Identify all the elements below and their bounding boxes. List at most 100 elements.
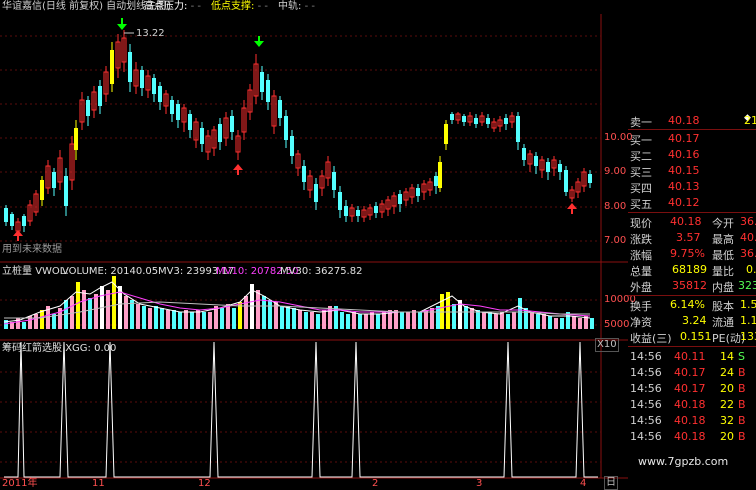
stat-label-open: 今开 [712, 217, 734, 230]
tick-volume: 20 [720, 382, 734, 395]
volume-unit-badge: X10 [595, 338, 619, 352]
stat-row-change: 涨跌 3.57 最高 40.2 [628, 230, 756, 246]
buy5-row[interactable]: 买五 40.12 [628, 195, 756, 211]
buy-arrow-icon-1 [13, 230, 23, 241]
tick-side: B [738, 398, 746, 411]
stat-value-eps: 0.151 [680, 330, 712, 343]
stat-value-float: 1.11 [740, 314, 756, 327]
peak-price-label: 13.22 [136, 28, 165, 39]
quote-panel: 卖一 40.18 21 买一 40.17 买二 40.16 买三 40.15 买… [628, 113, 756, 487]
tick-price: 40.17 [674, 382, 706, 395]
tick-time: 14:56 [630, 350, 662, 363]
sell-arrow-icon-2 [254, 36, 264, 47]
price-tick-9: 9.00 [604, 166, 627, 177]
stat-label-capital: 股本 [712, 300, 734, 313]
stat-row-volume: 总量 68189 量比 0.5 [628, 262, 756, 278]
tick-volume: 20 [720, 430, 734, 443]
stat-label-high: 最高 [712, 233, 734, 246]
tick-price: 40.17 [674, 366, 706, 379]
price-tick-7: 7.00 [604, 235, 627, 246]
stat-label-total: 总量 [630, 265, 652, 278]
buy4-price: 40.13 [668, 180, 700, 193]
tick-side: B [738, 430, 746, 443]
xgg-signal-line [4, 341, 598, 478]
tick-row: 14:56 40.11 14 S [628, 349, 756, 365]
tick-side: B [738, 382, 746, 395]
buy2-label: 买二 [630, 150, 652, 163]
stat-value-open: 36.9 [740, 215, 756, 228]
buy5-price: 40.12 [668, 196, 700, 209]
tick-side: B [738, 366, 746, 379]
tick-row: 14:56 40.17 24 B [628, 365, 756, 381]
tick-volume: 22 [720, 398, 734, 411]
buy2-price: 40.16 [668, 148, 700, 161]
chart-area[interactable] [0, 0, 628, 487]
stat-value-total: 68189 [672, 263, 707, 276]
buy-arrow-icon-3 [567, 203, 577, 214]
buy-arrow-icon-2 [233, 164, 243, 175]
volume-indicator-name: 立桩量 [2, 266, 32, 277]
period-day-button[interactable]: 日 [604, 476, 618, 490]
buy3-label: 买三 [630, 166, 652, 179]
stat-row-netasset: 净资 3.24 流通 1.11 [628, 313, 756, 329]
buy4-row[interactable]: 买四 40.13 [628, 179, 756, 195]
stat-row-turnover: 换手 6.14% 股本 1.55 [628, 297, 756, 313]
stat-value-volratio: 0.5 [746, 263, 756, 276]
stat-value-turnover: 6.14% [670, 298, 705, 311]
stat-value-pct: 9.75% [670, 247, 705, 260]
stat-value-netasset: 3.24 [682, 314, 707, 327]
stat-value-pe: 133 [740, 330, 756, 343]
volume-bars [4, 276, 594, 329]
watermark: www.7gpzb.com [638, 455, 729, 468]
stat-label-float: 流通 [712, 316, 734, 329]
tick-row: 14:56 40.17 20 B [628, 381, 756, 397]
sell1-label: 卖一 [630, 116, 652, 129]
volume-panel-header: 立桩量 VWOL: [2, 266, 69, 278]
buy1-row[interactable]: 买一 40.17 [628, 131, 756, 147]
tick-price: 40.18 [674, 414, 706, 427]
price-tick-8: 8.00 [604, 201, 627, 212]
stat-value-outer: 35812 [672, 279, 707, 292]
stat-label-pct: 涨幅 [630, 249, 652, 262]
x-label-3: 3 [476, 478, 483, 489]
stat-row-price: 现价 40.18 今开 36.9 [628, 214, 756, 230]
stat-label-low: 最低 [712, 249, 734, 262]
x-label-4: 4 [580, 478, 587, 489]
tick-time: 14:56 [630, 430, 662, 443]
tick-volume: 32 [720, 414, 734, 427]
stat-value-inner: 3237 [738, 279, 756, 292]
indicator-name: 筹码红箭选股 [2, 343, 62, 354]
stat-label-netasset: 净资 [630, 316, 652, 329]
stat-label-eps: 收益(三) [630, 332, 672, 345]
x-label-12: 12 [198, 478, 211, 489]
tick-row: 14:56 40.18 32 B [628, 413, 756, 429]
tick-time: 14:56 [630, 382, 662, 395]
buy1-label: 买一 [630, 134, 652, 147]
stat-value-high: 40.2 [740, 231, 756, 244]
indicator-value: XGG: 0.00 [65, 343, 117, 354]
stat-value-change: 3.57 [676, 231, 701, 244]
sell1-row[interactable]: 卖一 40.18 21 [628, 113, 756, 129]
sell-arrow-icon-1 [117, 18, 127, 30]
buy2-row[interactable]: 买二 40.16 [628, 147, 756, 163]
x-label-2011: 2011年 [2, 478, 38, 489]
tick-price: 40.11 [674, 350, 706, 363]
buy3-row[interactable]: 买三 40.15 [628, 163, 756, 179]
x-label-11: 11 [92, 478, 105, 489]
stat-label-now: 现价 [630, 217, 652, 230]
tick-side: B [738, 414, 746, 427]
stat-value-now: 40.18 [670, 215, 702, 228]
tick-price: 40.18 [674, 398, 706, 411]
tick-row: 14:56 40.18 20 B [628, 429, 756, 445]
tick-time: 14:56 [630, 366, 662, 379]
mv30-value: MV30: 36275.82 [280, 266, 363, 277]
stat-label-outer: 外盘 [630, 281, 652, 294]
stat-label-turnover: 换手 [630, 300, 652, 313]
buy3-price: 40.15 [668, 164, 700, 177]
volume-tick-5000: 5000 [604, 319, 630, 330]
buy4-label: 买四 [630, 182, 652, 195]
tick-price: 40.18 [674, 430, 706, 443]
sell1-volume: 21 [744, 114, 756, 127]
stat-row-eps: 收益(三) 0.151 PE(动) 133 [628, 329, 756, 345]
future-data-note: 用到未来数据 [2, 244, 62, 255]
